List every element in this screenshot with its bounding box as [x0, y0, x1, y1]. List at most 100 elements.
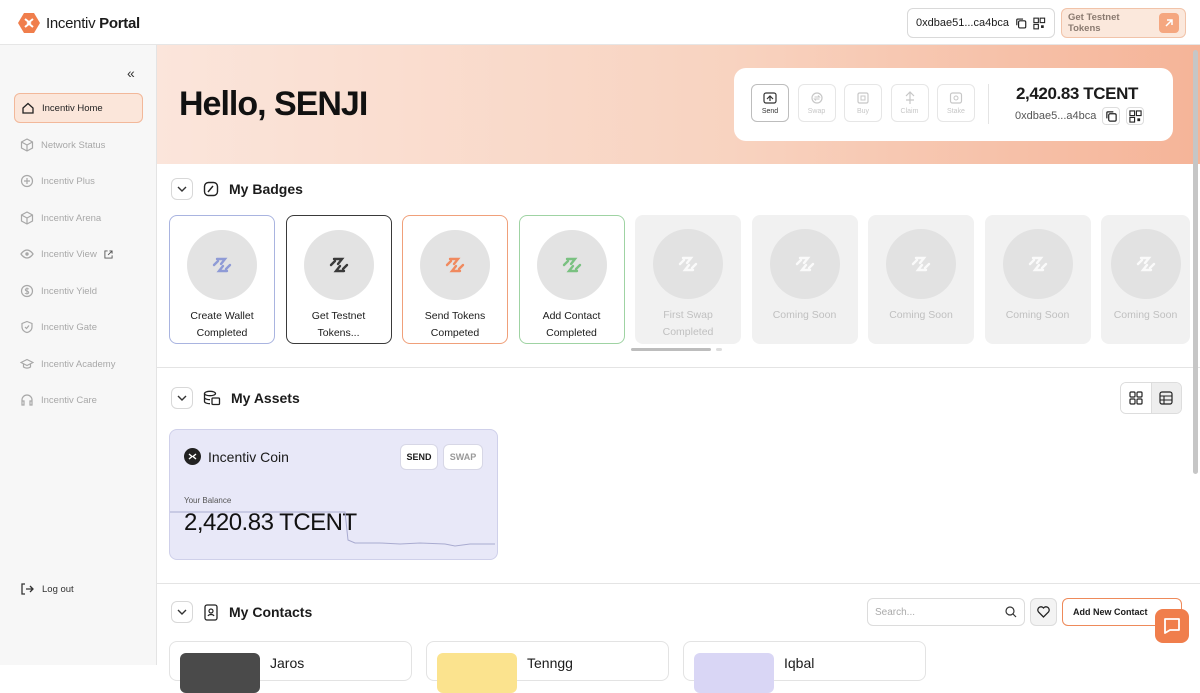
- badge-line1: First Swap: [663, 309, 713, 321]
- claim-action-button[interactable]: Claim: [890, 84, 929, 122]
- contact-avatar: [694, 653, 774, 693]
- incentiv-logo-icon: [1136, 256, 1155, 272]
- table-view-icon[interactable]: [1151, 383, 1181, 413]
- send-action-button[interactable]: Send: [751, 84, 789, 122]
- sidebar-item-incentiv-plus[interactable]: Incentiv Plus: [14, 166, 143, 196]
- plus-circle-icon: [20, 174, 34, 188]
- contact-avatar: [180, 653, 260, 693]
- badge-label: First Swap Completed: [640, 307, 736, 341]
- asset-name-row: Incentiv Coin: [184, 448, 289, 465]
- sidebar-item-label: Incentiv Arena: [41, 212, 102, 224]
- contacts-search-input[interactable]: Search...: [867, 598, 1025, 626]
- badge-emblem: [536, 230, 607, 300]
- badge-card[interactable]: Send Tokens Competed: [402, 215, 508, 344]
- grid-view-icon[interactable]: [1121, 383, 1152, 413]
- logout-button[interactable]: Log out: [20, 582, 74, 596]
- action-label: Swap: [807, 108, 826, 115]
- shield-icon: [21, 320, 33, 334]
- sidebar-item-incentiv-academy[interactable]: Incentiv Academy: [14, 349, 143, 379]
- sidebar-item-label: Incentiv Yield: [41, 285, 97, 297]
- sidebar-item-incentiv-yield[interactable]: Incentiv Yield: [14, 276, 143, 306]
- badge-line2: Completed: [546, 327, 597, 339]
- badge-line2: Completed: [196, 327, 248, 339]
- search-placeholder: Search...: [875, 606, 916, 618]
- get-testnet-tokens-label: Get Testnet Tokens: [1068, 12, 1120, 34]
- asset-send-button[interactable]: SEND: [400, 444, 438, 470]
- swap-action-button[interactable]: Swap: [797, 84, 836, 122]
- badge-icon: [203, 181, 219, 197]
- sidebar-item-incentiv-care[interactable]: Incentiv Care: [14, 385, 143, 415]
- search-icon: [1005, 606, 1017, 618]
- sidebar-item-label: Incentiv View: [41, 248, 97, 260]
- action-label: Stake: [947, 108, 965, 115]
- chevron-down-icon[interactable]: [171, 178, 193, 200]
- sidebar-item-label: Incentiv Academy: [41, 358, 116, 370]
- sidebar-item-incentiv-home[interactable]: Incentiv Home: [14, 93, 143, 123]
- wallet-address-box[interactable]: 0xdbae51...ca4bca: [907, 8, 1055, 38]
- badge-emblem: [187, 230, 257, 300]
- badge-label: Create Wallet Completed: [174, 308, 270, 342]
- badge-label: Coming Soon: [990, 307, 1086, 324]
- copy-icon[interactable]: [1015, 17, 1028, 30]
- divider: [157, 583, 1200, 584]
- contacts-book-icon: [204, 603, 218, 621]
- asset-card-incentiv-coin[interactable]: Incentiv Coin SEND SWAP Your Balance 2,4…: [169, 429, 498, 560]
- badge-card[interactable]: Coming Soon: [984, 215, 1091, 344]
- badge-line1: Coming Soon: [772, 309, 837, 321]
- balance-label: Your Balance: [184, 496, 232, 505]
- action-label: Send: [761, 108, 779, 115]
- buy-action-button[interactable]: Buy: [844, 84, 882, 122]
- qr-code-icon[interactable]: [1126, 107, 1145, 125]
- contact-name: Iqbal: [784, 655, 815, 671]
- contact-card[interactable]: Tenngg: [426, 641, 669, 693]
- headset-icon: [21, 394, 33, 406]
- badge-line1: Add Contact: [542, 310, 601, 322]
- incentiv-logo-icon: [795, 256, 814, 272]
- chevron-down-icon[interactable]: [171, 601, 193, 623]
- badge-emblem: [420, 230, 490, 300]
- page-scrollbar[interactable]: [1193, 50, 1198, 474]
- qr-code-icon[interactable]: [1033, 17, 1046, 30]
- app-logo[interactable]: Incentiv Portal: [18, 12, 140, 34]
- collapse-sidebar-icon[interactable]: «: [127, 65, 135, 81]
- badge-line2: Tokens...: [317, 327, 360, 339]
- chevron-down-icon[interactable]: [171, 387, 193, 409]
- badge-card[interactable]: Add Contact Completed: [518, 215, 625, 344]
- cube-icon: [20, 211, 34, 225]
- copy-icon[interactable]: [1102, 107, 1121, 125]
- badge-card[interactable]: First Swap Completed: [635, 215, 741, 344]
- contact-avatar: [437, 653, 517, 693]
- badge-card[interactable]: Create Wallet Completed: [169, 215, 275, 344]
- contacts-title: My Contacts: [229, 604, 313, 620]
- badge-card[interactable]: Get Testnet Tokens...: [285, 215, 392, 344]
- sidebar-item-incentiv-arena[interactable]: Incentiv Arena: [14, 203, 143, 233]
- balance-sparkline: [170, 511, 495, 547]
- wallet-address: 0xdbae51...ca4bca: [916, 17, 1009, 29]
- badge-label: Add Contact Completed: [524, 308, 620, 342]
- sidebar-item-label: Incentiv Home: [42, 102, 103, 114]
- badge-label: Coming Soon: [1098, 307, 1194, 324]
- contact-card[interactable]: Jaros: [169, 641, 412, 693]
- contact-card[interactable]: Iqbal: [683, 641, 926, 693]
- badge-card[interactable]: Coming Soon: [751, 215, 858, 344]
- asset-swap-button[interactable]: SWAP: [443, 444, 483, 470]
- contact-name: Tenngg: [527, 655, 573, 671]
- get-testnet-tokens-button[interactable]: Get Testnet Tokens: [1061, 8, 1186, 38]
- stake-action-button[interactable]: Stake: [937, 84, 975, 122]
- contacts-header: My Contacts: [171, 601, 312, 623]
- badge-card[interactable]: Coming Soon: [868, 215, 974, 344]
- favorites-button[interactable]: [1030, 598, 1057, 626]
- badge-card[interactable]: Coming Soon: [1101, 215, 1190, 344]
- sidebar-item-label: Incentiv Gate: [41, 321, 97, 333]
- top-bar: Incentiv Portal 0xdbae51...ca4bca Get Te…: [0, 0, 1200, 45]
- sidebar-item-network-status[interactable]: Network Status: [14, 130, 143, 160]
- sidebar-item-incentiv-view[interactable]: Incentiv View: [14, 239, 143, 269]
- chat-support-button[interactable]: [1155, 609, 1189, 643]
- hero-address-row: 0xdbae5...a4bca: [1015, 107, 1145, 125]
- badges-scroll-thumb[interactable]: [631, 348, 711, 351]
- sidebar-item-incentiv-gate[interactable]: Incentiv Gate: [14, 312, 143, 342]
- incentiv-logo-icon: [329, 257, 348, 273]
- badge-emblem: [1110, 229, 1181, 299]
- divider: [988, 84, 989, 124]
- cap-icon: [20, 358, 34, 369]
